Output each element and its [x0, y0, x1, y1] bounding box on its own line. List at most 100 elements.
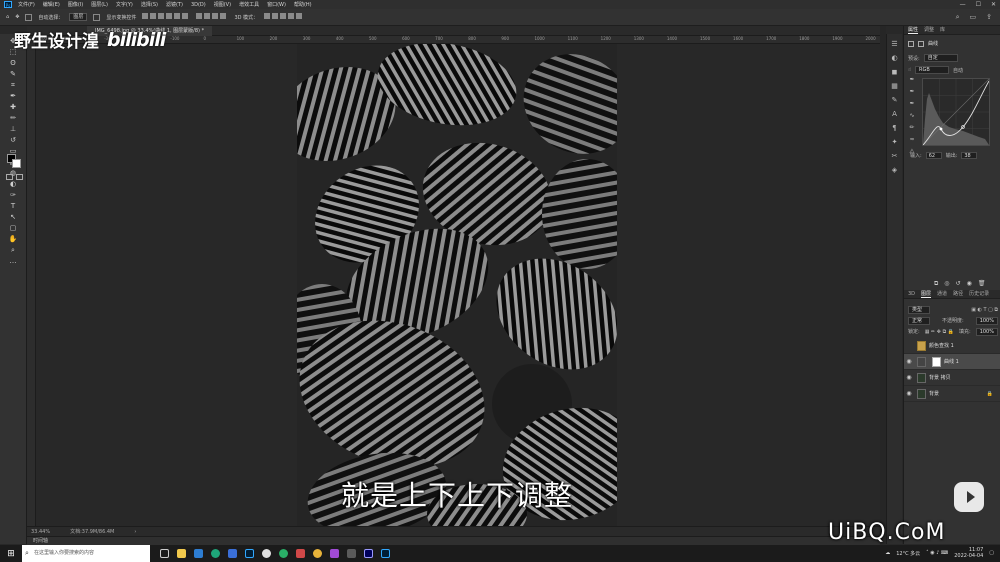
3d-panel-icon[interactable]: ◈: [891, 167, 898, 174]
reset-icon[interactable]: ↺: [956, 280, 961, 288]
layer-row[interactable]: 颜色查找 1: [904, 338, 1000, 354]
tools-panel-icon[interactable]: ✂: [891, 153, 898, 160]
app-icon[interactable]: [347, 549, 356, 558]
taskbar-search-input[interactable]: 在这里输入你要搜索的内容: [22, 545, 150, 562]
menu-type[interactable]: 文字(Y): [116, 1, 133, 8]
menu-select[interactable]: 选择(S): [141, 1, 158, 8]
quick-select-tool-icon[interactable]: ✎: [8, 70, 18, 78]
chrome-icon[interactable]: [313, 549, 322, 558]
type-tool-icon[interactable]: T: [8, 202, 18, 210]
store-icon[interactable]: [228, 549, 237, 558]
stamp-tool-icon[interactable]: ⊥: [8, 125, 18, 133]
dodge-tool-icon[interactable]: ◐: [8, 180, 18, 188]
workspace-icon[interactable]: ▭: [970, 13, 977, 22]
tab-history[interactable]: 历史记录: [969, 290, 989, 298]
character-panel-icon[interactable]: A: [891, 111, 898, 118]
layer-name[interactable]: 背景 拷贝: [929, 374, 951, 381]
swatches-panel-icon[interactable]: ▦: [891, 83, 898, 90]
hand-tool-icon[interactable]: ✋: [8, 235, 18, 243]
zoom-level[interactable]: 33.44%: [31, 529, 50, 535]
filter-icons[interactable]: ▣ ◐ T ▢ ⧉: [971, 307, 998, 313]
edge-browser-icon[interactable]: [211, 549, 220, 558]
color-swatches[interactable]: [7, 154, 21, 168]
screen-mode-icon[interactable]: [16, 174, 23, 180]
menu-layer[interactable]: 图层(L): [91, 1, 108, 8]
layer-mask-thumbnail[interactable]: [932, 356, 941, 367]
layer-kind-filter[interactable]: 类型: [908, 305, 930, 314]
layer-mask-icon[interactable]: [918, 40, 924, 47]
crop-tool-icon[interactable]: ⌗: [8, 81, 18, 89]
smooth-curve-icon[interactable]: ≈: [909, 136, 914, 143]
file-explorer-icon[interactable]: [177, 549, 186, 558]
mail-icon[interactable]: [194, 549, 203, 558]
auto-select-target-dropdown[interactable]: 图层: [69, 13, 88, 21]
notification-icon[interactable]: ▢: [989, 550, 994, 556]
curve-histogram[interactable]: [922, 78, 990, 146]
visibility-icon[interactable]: ◉: [967, 280, 972, 288]
auto-button[interactable]: 自动: [953, 67, 963, 74]
quick-mask-icon[interactable]: [6, 174, 13, 180]
minimize-icon[interactable]: —: [960, 1, 966, 8]
home-icon[interactable]: ⌂: [6, 14, 9, 20]
eyedropper-tool-icon[interactable]: ✒: [8, 92, 18, 100]
curve-point-icon[interactable]: ∿: [909, 112, 914, 119]
tab-3d[interactable]: 3D: [908, 290, 915, 298]
menu-edit[interactable]: 编辑(E): [43, 1, 60, 8]
fill-field[interactable]: 100%: [975, 327, 998, 336]
layer-row[interactable]: ◉ 背景 拷贝: [904, 370, 1000, 386]
tab-channels[interactable]: 通道: [937, 290, 947, 298]
auto-select-checkbox[interactable]: [25, 13, 33, 21]
blend-mode-dropdown[interactable]: 正常: [908, 316, 930, 325]
status-arrow-icon[interactable]: ›: [134, 529, 136, 535]
opacity-field[interactable]: 100%: [975, 316, 998, 325]
timeline-panel-tab[interactable]: 时间轴: [27, 536, 880, 545]
layer-name[interactable]: 曲线 1: [944, 358, 959, 365]
maximize-icon[interactable]: ☐: [976, 1, 981, 8]
lock-icons[interactable]: ▦ ✏ ✥ ⧉ 🔒: [925, 329, 954, 335]
brush-tool-icon[interactable]: ✏: [8, 114, 18, 122]
properties-panel-icon[interactable]: ☰: [891, 41, 898, 48]
eyedropper-black-icon[interactable]: ✒: [909, 76, 914, 83]
wechat-icon[interactable]: [279, 549, 288, 558]
menu-window[interactable]: 窗口(W): [267, 1, 286, 8]
menu-3d[interactable]: 3D(D): [191, 2, 206, 8]
zoom-tool-icon[interactable]: ⌕: [8, 246, 18, 254]
background-color-swatch[interactable]: [12, 159, 21, 168]
input-field[interactable]: 62: [925, 152, 942, 159]
menu-file[interactable]: 文件(F): [18, 1, 35, 8]
share-icon[interactable]: ⇪: [986, 13, 992, 22]
layer-row-selected[interactable]: ◉ 曲线 1: [904, 354, 1000, 370]
curve-graph[interactable]: [922, 78, 990, 146]
canvas-image-leaves[interactable]: [297, 44, 617, 526]
paragraph-panel-icon[interactable]: ¶: [891, 125, 898, 132]
tab-properties[interactable]: 属性: [908, 26, 919, 34]
tab-libraries[interactable]: 库: [940, 26, 945, 34]
menu-image[interactable]: 图像(I): [68, 1, 83, 8]
layer-name[interactable]: 背景: [929, 390, 939, 397]
visibility-eye-icon[interactable]: ◉: [904, 390, 914, 397]
glyphs-panel-icon[interactable]: ✦: [891, 139, 898, 146]
layer-name[interactable]: 颜色查找 1: [929, 342, 954, 349]
taskbar-clock[interactable]: 11:07 2022-04-04: [954, 547, 983, 559]
hand-adjust-icon[interactable]: ☝: [908, 67, 911, 73]
show-transform-checkbox[interactable]: [93, 13, 101, 21]
more-tools-icon[interactable]: …: [8, 257, 18, 265]
distribute-icons[interactable]: [196, 13, 228, 21]
channel-dropdown[interactable]: RGB: [915, 66, 950, 74]
eyedropper-gray-icon[interactable]: ✒: [909, 88, 914, 95]
search-icon[interactable]: ⌕: [956, 13, 960, 22]
tab-paths[interactable]: 路径: [953, 290, 963, 298]
preset-dropdown[interactable]: 自定: [923, 54, 958, 62]
eyedropper-white-icon[interactable]: ✒: [909, 100, 914, 107]
weather-text[interactable]: 12°C 多云: [896, 550, 920, 557]
output-field[interactable]: 38: [961, 152, 978, 159]
app-icon[interactable]: [262, 549, 271, 558]
visibility-eye-icon[interactable]: ◉: [904, 374, 914, 381]
tab-adjustments[interactable]: 调整: [924, 26, 934, 34]
close-icon[interactable]: ✕: [991, 1, 996, 8]
windows-start-icon[interactable]: ⊞: [0, 549, 22, 559]
healing-tool-icon[interactable]: ✚: [8, 103, 18, 111]
view-previous-icon[interactable]: ◎: [944, 280, 949, 288]
mode-3d-icons[interactable]: [264, 13, 304, 21]
delete-icon[interactable]: 🗑: [978, 280, 986, 288]
